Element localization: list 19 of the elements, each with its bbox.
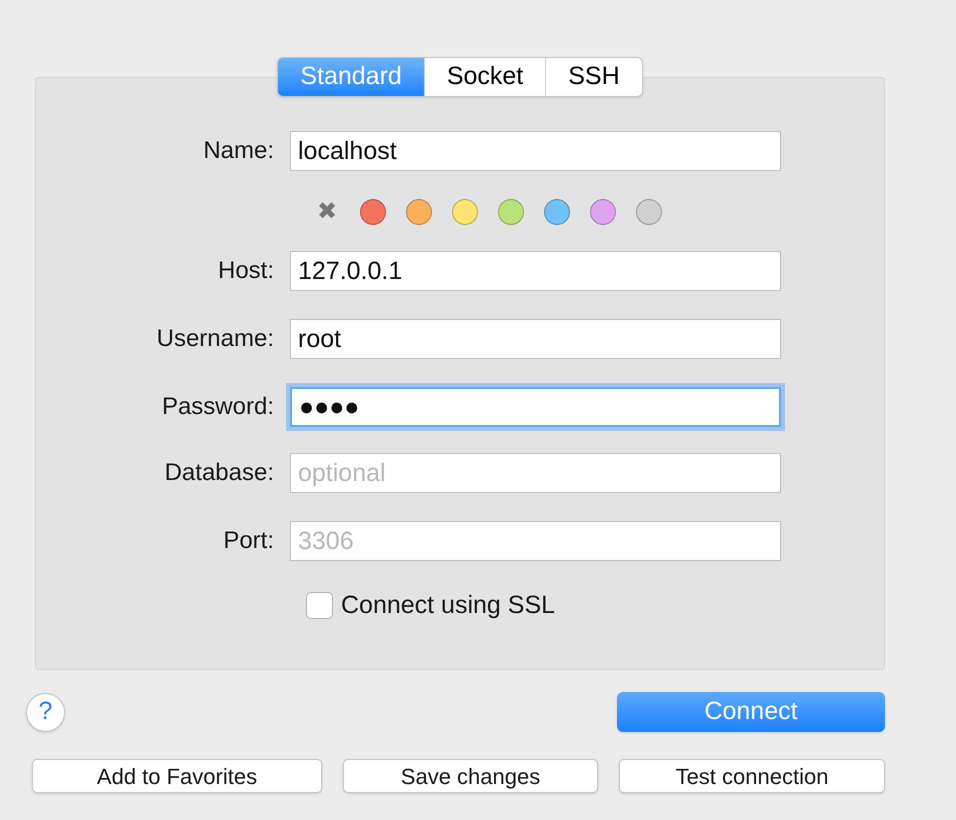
field-label: Database: [164, 458, 275, 488]
field-label: Username: [156, 324, 275, 354]
action-button[interactable]: Add to Favorites [32, 759, 322, 793]
field-label: Host: [216, 256, 275, 286]
tab[interactable]: Socket [424, 58, 546, 96]
field-label: Port: [222, 526, 275, 556]
checkbox-label: Connect using SSL [341, 590, 556, 621]
input-field[interactable]: 127.0.0.1 [290, 251, 781, 291]
input-field[interactable]: root [290, 319, 781, 359]
action-button[interactable]: Save changes [343, 759, 598, 793]
field-label: Name: [202, 136, 275, 166]
input-field[interactable]: optional [290, 453, 781, 493]
checkbox[interactable] [306, 592, 333, 620]
input-field[interactable]: localhost [290, 131, 781, 171]
field-label: Password: [160, 392, 275, 422]
tab[interactable]: SSH [545, 58, 642, 96]
help-button[interactable]: ? [26, 692, 65, 732]
action-button[interactable]: Test connection [619, 759, 885, 793]
input-field[interactable]: 3306 [290, 521, 781, 561]
